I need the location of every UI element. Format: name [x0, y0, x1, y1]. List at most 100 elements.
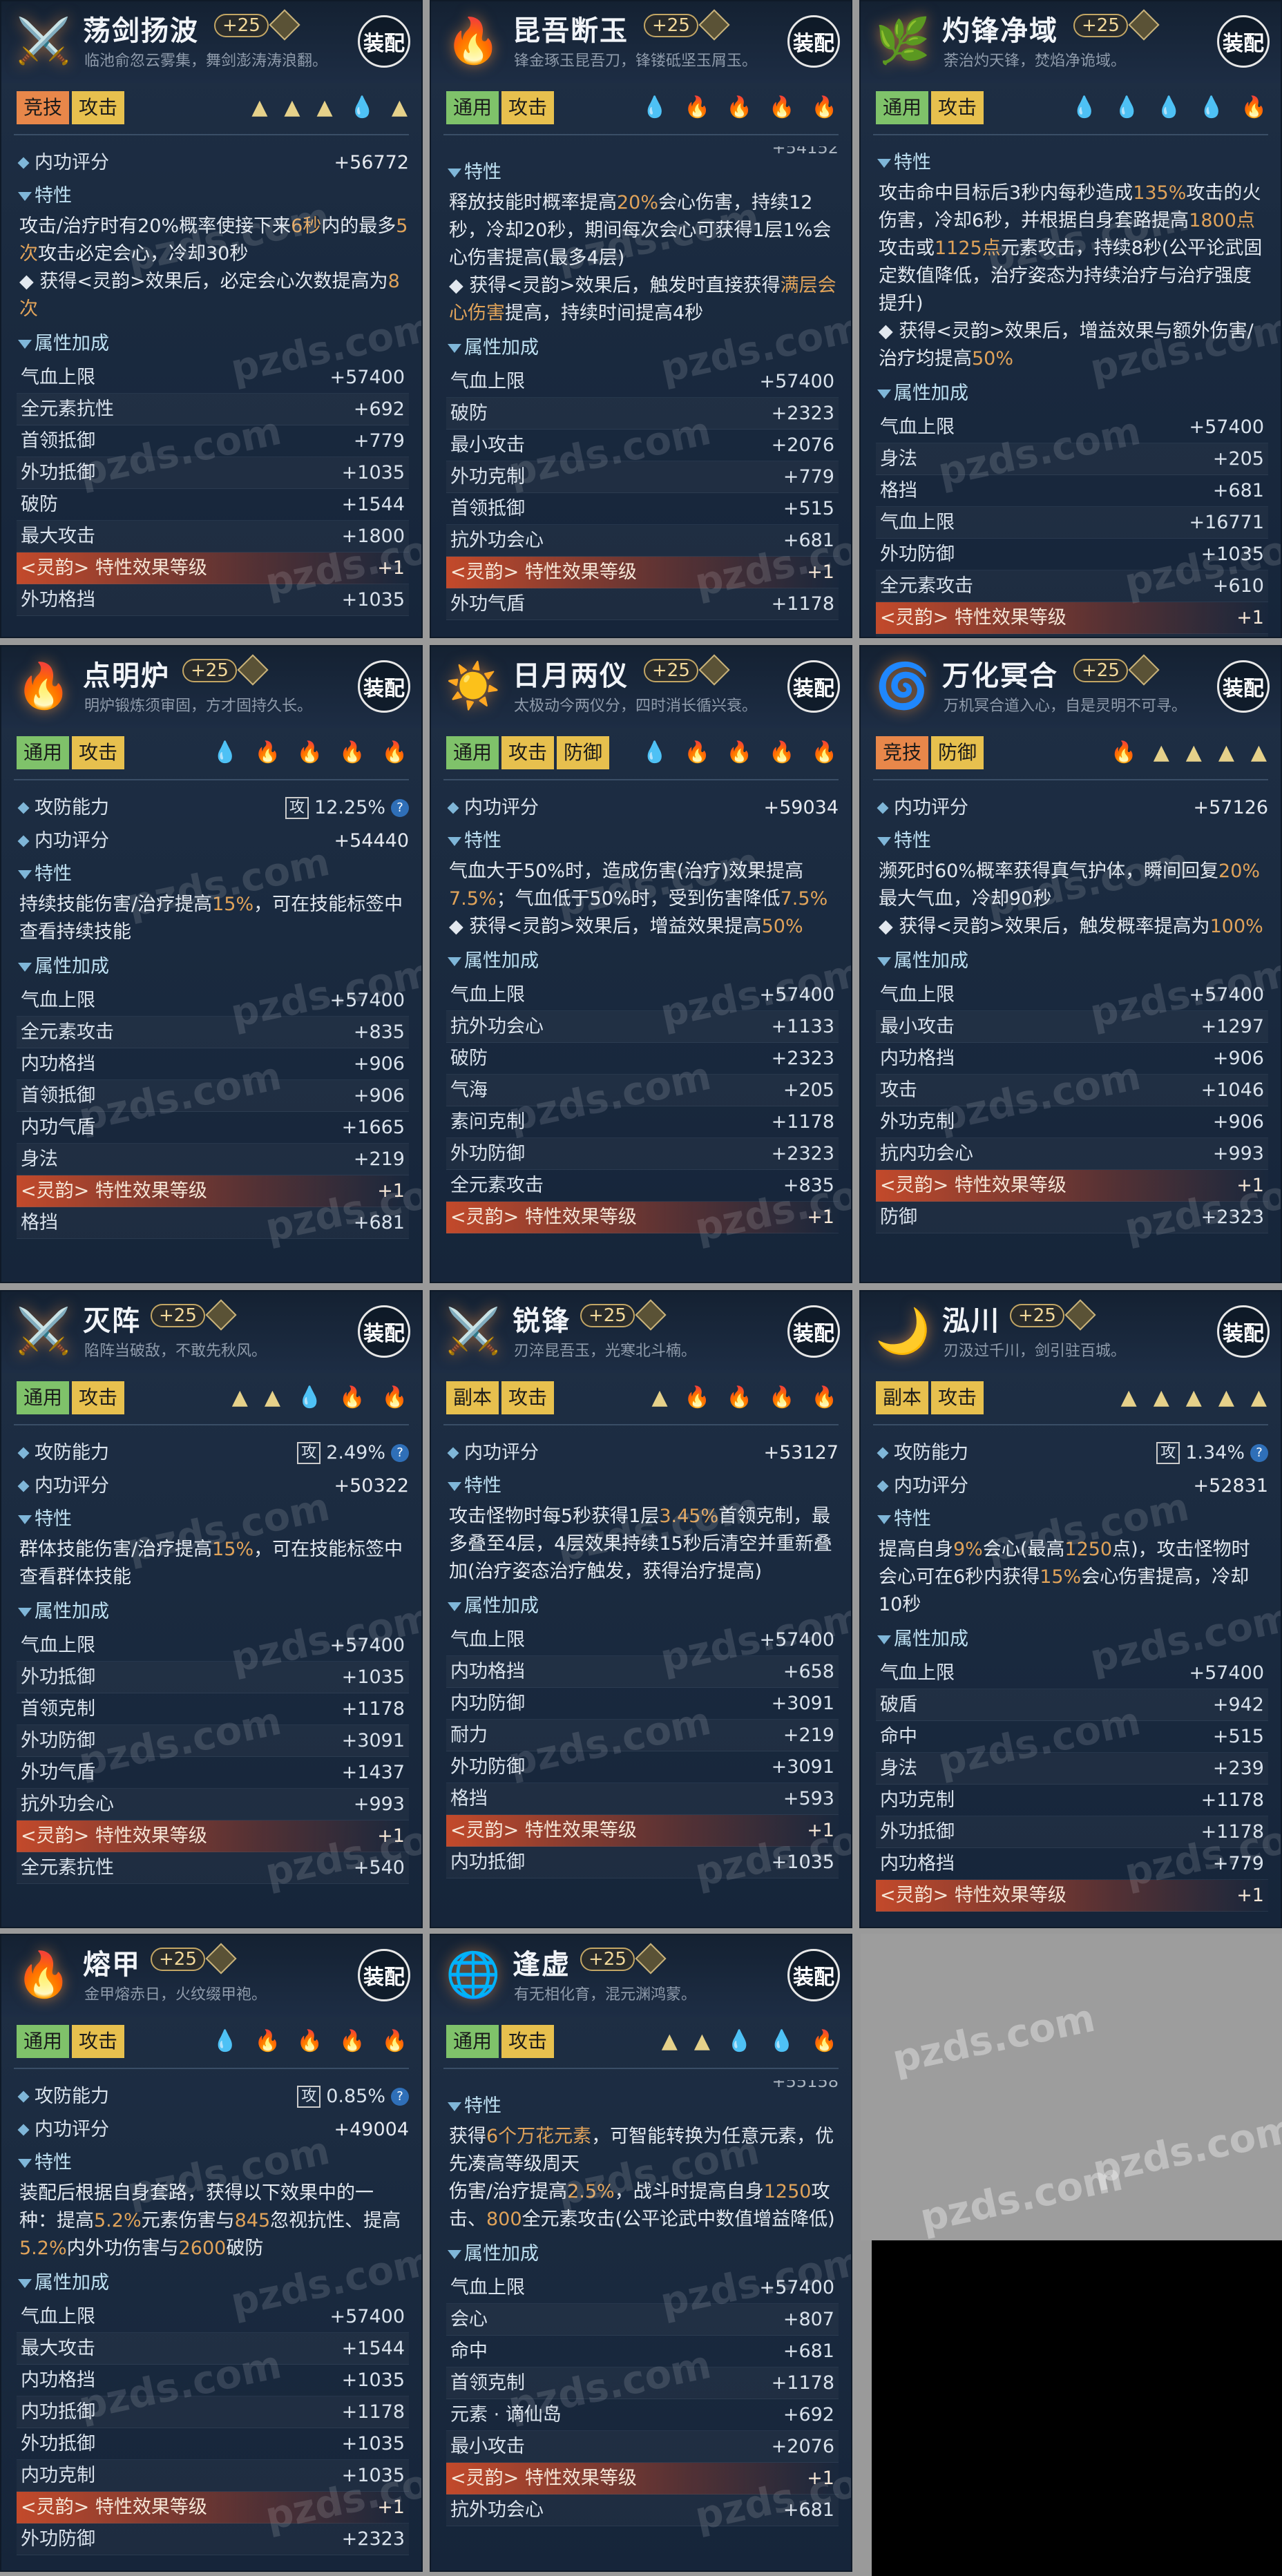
rank-gem-icon [269, 9, 300, 41]
tag-row: 通用 攻击 [17, 736, 125, 769]
traits-title[interactable]: 特性 [17, 858, 409, 891]
attribute-name: 身法 [880, 448, 917, 470]
lingyun-row: <灵韵> 特性效果等级 +1 [876, 1880, 1268, 1912]
help-icon[interactable]: ? [391, 2088, 409, 2106]
attributes-title[interactable]: 属性加成 [876, 945, 1268, 978]
equip-button[interactable]: 装配 [1217, 660, 1270, 713]
attribute-row: 外功防御 +2323 [446, 1138, 839, 1170]
attributes-title[interactable]: 属性加成 [446, 1590, 839, 1623]
attributes-title[interactable]: 属性加成 [17, 2267, 409, 2300]
element-gem-icon: ▲ [1153, 1385, 1169, 1410]
attribute-name: 破防 [450, 403, 488, 424]
attributes-title[interactable]: 属性加成 [17, 327, 409, 361]
attribute-name: 外功克制 [450, 466, 525, 488]
attribute-value: +2323 [771, 403, 834, 424]
equip-button[interactable]: 装配 [358, 660, 410, 713]
attribute-row: 首领抵御 +515 [446, 493, 839, 525]
attribute-value: +2323 [1200, 1207, 1264, 1228]
accessory-card: ⚔️ 灭阵 +25 陷阵当破敌，不敢先秋风。 装配 通用 攻击 ▲ ▲ 💧 🔥 🔥 攻防能力 攻 2.49%… [0, 1290, 423, 1928]
attribute-row: 内功格挡 +1035 [17, 2365, 409, 2396]
element-gem-icon: 💧 [212, 2029, 238, 2053]
accessory-card: ⚔️ 荡剑扬波 +25 临池俞忽云雾集，舞剑澎涛涛浪翻。 装配 竞技 攻击 ▲ ▲ ▲ 💧 ▲ 内功评分… [0, 0, 423, 638]
attribute-name: 抗内功会心 [880, 1143, 973, 1164]
attribute-list: 气血上限 +57400 抗外功会心 +1133 破防 +2323 气海 +205 素问克制 +11… [446, 979, 839, 1233]
lingyun-row: <灵韵> 特性效果等级 +1 [876, 1170, 1268, 1202]
equip-button[interactable]: 装配 [787, 1949, 840, 2001]
traits-title[interactable]: 特性 [446, 156, 839, 189]
attributes-title[interactable]: 属性加成 [876, 1623, 1268, 1656]
equip-button[interactable]: 装配 [358, 15, 410, 68]
attribute-row: 外功防御 +1035 [876, 539, 1268, 570]
attribute-row: 内功格挡 +658 [446, 1656, 839, 1688]
traits-title[interactable]: 特性 [17, 2146, 409, 2180]
element-gem-icon: ▲ [651, 1385, 668, 1410]
accessory-name: 昆吾断玉 [513, 15, 629, 47]
attribute-name: 首领克制 [21, 1698, 95, 1720]
traits-title[interactable]: 特性 [446, 1470, 839, 1503]
attributes-title[interactable]: 属性加成 [446, 945, 839, 978]
attribute-row: 气血上限 +57400 [446, 366, 839, 398]
category-tag: 防御 [557, 736, 610, 769]
traits-title[interactable]: 特性 [876, 146, 1268, 180]
attributes-title[interactable]: 属性加成 [446, 2238, 839, 2271]
attribute-name: 气血上限 [21, 990, 95, 1011]
traits-title[interactable]: 特性 [17, 1503, 409, 1536]
attributes-title[interactable]: 属性加成 [17, 1595, 409, 1628]
attributes-title[interactable]: 属性加成 [876, 377, 1268, 410]
equip-button[interactable]: 装配 [358, 1305, 410, 1358]
trait-text: 持续技能伤害/治疗提高 [19, 894, 213, 915]
equip-button[interactable]: 装配 [1217, 15, 1270, 68]
traits-title[interactable]: 特性 [446, 825, 839, 858]
attribute-row: 会心 +807 [446, 2304, 839, 2336]
equip-button[interactable]: 装配 [358, 1949, 410, 2001]
attributes-title[interactable]: 属性加成 [17, 950, 409, 983]
flavor-quote: 锋金琢玉昆吾刀，锋镂砥坚玉屑玉。 [514, 52, 758, 70]
traits-title[interactable]: 特性 [876, 1503, 1268, 1536]
element-gem-icon: 🔥 [726, 95, 753, 119]
divider [14, 2068, 409, 2069]
trait-description: 攻击命中目标后3秒内每秒造成135%攻击的火伤害，冷却6秒，并根据自身套路提高1… [876, 180, 1268, 373]
trait-text: 内外功伤害与 [66, 2238, 179, 2259]
attribute-name: 气血上限 [450, 1629, 525, 1651]
attribute-row: 气血上限 +57400 [876, 1657, 1268, 1689]
traits-title[interactable]: 特性 [446, 2090, 839, 2123]
attribute-name: <灵韵> 特性效果等级 [450, 1207, 637, 1228]
attribute-value: +515 [783, 498, 834, 519]
inner-score-row: 内功评分 +53127 [446, 1436, 839, 1470]
help-icon[interactable]: ? [1250, 1444, 1268, 1462]
element-gem-icon: 🔥 [296, 2029, 323, 2053]
attribute-value: +1 [377, 2497, 405, 2518]
traits-title[interactable]: 特性 [17, 180, 409, 213]
traits-title[interactable]: 特性 [876, 825, 1268, 858]
attribute-row: 全元素攻击 +610 [876, 570, 1268, 602]
attribute-value: +57400 [759, 1629, 834, 1651]
element-gem-icon: 💧 [1113, 95, 1140, 119]
attribute-name: 气血上限 [880, 984, 955, 1006]
inner-score-label: 内功评分 [894, 797, 968, 818]
gong-icon: 攻 [297, 2086, 321, 2108]
attribute-value: +205 [783, 1079, 834, 1101]
equip-button[interactable]: 装配 [787, 660, 840, 713]
attribute-row: 外功抵御 +1035 [17, 2428, 409, 2460]
attribute-row: 内功克制 +1035 [17, 2460, 409, 2492]
element-gem-icon: 💧 [349, 95, 375, 119]
trait-description: 提高自身9%会心(最高1250点)，攻击怪物时会心可在6秒内获得15%会心伤害提… [876, 1536, 1268, 1619]
category-tag: 通用 [446, 736, 499, 769]
help-icon[interactable]: ? [391, 1444, 409, 1462]
attribute-value: +57400 [329, 367, 405, 388]
attribute-value: +1178 [771, 2372, 834, 2394]
help-icon[interactable]: ? [391, 799, 409, 817]
element-gem-icon: 💧 [1071, 95, 1098, 119]
attribute-value: +1800 [341, 526, 405, 547]
equip-button[interactable]: 装配 [787, 1305, 840, 1358]
equip-button[interactable]: 装配 [787, 15, 840, 68]
attribute-name: <灵韵> 特性效果等级 [21, 557, 207, 579]
attribute-name: <灵韵> 特性效果等级 [21, 1180, 207, 1202]
equip-button[interactable]: 装配 [1217, 1305, 1270, 1358]
attribute-row: 最小攻击 +2076 [446, 430, 839, 461]
attack-defense-row: 攻防能力 攻 0.85%? [17, 2080, 409, 2113]
attributes-title[interactable]: 属性加成 [446, 331, 839, 365]
element-gem-icon: 🔥 [1241, 95, 1267, 119]
attribute-name: 外功防御 [450, 1756, 525, 1778]
accessory-icon: 🔥 [446, 15, 501, 67]
